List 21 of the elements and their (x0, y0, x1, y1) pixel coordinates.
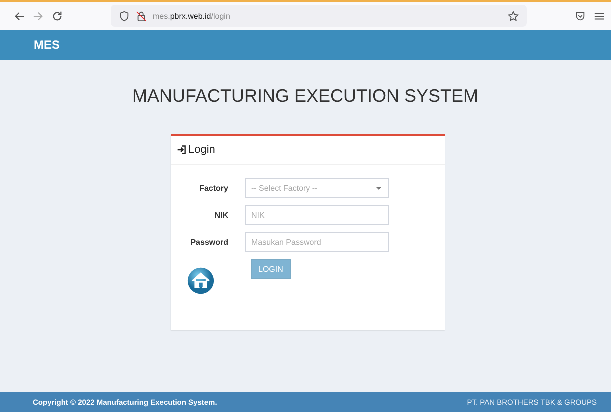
address-bar[interactable]: mes.pbrx.web.id/login (111, 5, 527, 27)
login-icon (176, 145, 186, 155)
url-text: mes.pbrx.web.id/login (153, 12, 232, 20)
caret-icon (376, 186, 382, 190)
brand-link[interactable]: MES (34, 38, 60, 52)
back-icon[interactable] (14, 10, 25, 22)
card-title: Login (188, 144, 216, 156)
factory-select[interactable]: -- Select Factory -- (244, 178, 388, 198)
star-icon[interactable] (508, 10, 519, 22)
field-label: NIK (214, 210, 228, 220)
input-field[interactable]: NIK (244, 205, 388, 225)
input-field[interactable]: Masukan Password (244, 232, 388, 252)
field-label: Factory (198, 184, 228, 192)
home-icon[interactable] (186, 267, 214, 295)
reload-icon[interactable] (52, 10, 63, 22)
shield-icon (119, 10, 130, 22)
lock-icon (136, 10, 147, 22)
menu-icon[interactable] (594, 10, 605, 22)
field-label: Password (190, 238, 228, 246)
page-title: MANUFACTURING EXECUTION SYSTEM (132, 86, 479, 107)
pocket-icon[interactable] (575, 10, 586, 22)
